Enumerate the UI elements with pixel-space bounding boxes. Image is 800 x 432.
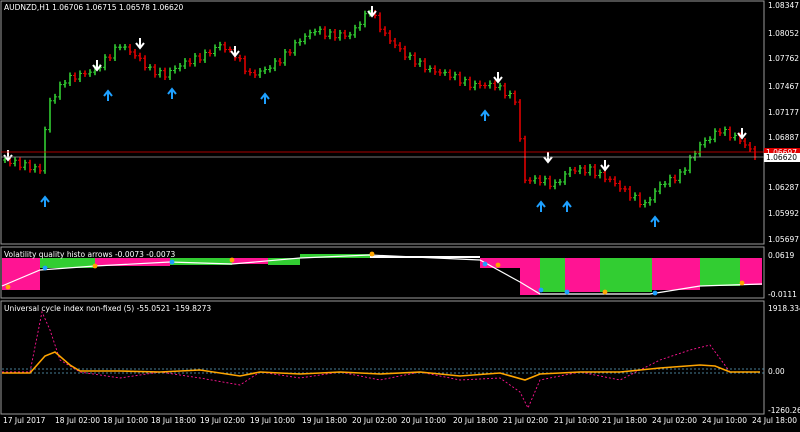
signal-dot [495,262,501,268]
price-tick: 1.08347 [768,1,800,10]
time-tick: 18 Jul 10:00 [103,416,148,425]
histogram-block [565,258,600,292]
main-panel-frame [0,0,765,245]
price-tick: 1.07762 [768,54,800,63]
signal-dot [229,257,235,263]
signal-dot [482,261,488,267]
time-tick: 21 Jul 10:00 [554,416,599,425]
signal-dot [169,259,175,265]
price-candles [3,9,757,208]
cycle-index-lines [2,310,764,410]
current-price-tag: 1.06620 [764,153,800,162]
indicator1-title: Volatility quality histo arrows -0.0073 … [4,250,176,259]
time-tick: 19 Jul 02:00 [200,416,245,425]
time-tick: 18 Jul 02:00 [55,416,100,425]
signal-dot [652,290,658,296]
ind2-axis-bottom: -1260.2686 [768,406,800,415]
time-tick: 19 Jul 18:00 [302,416,347,425]
time-tick: 24 Jul 18:00 [752,416,797,425]
cycle-signal-line [2,310,760,410]
ind1-axis-bottom: -0.0111 [768,290,797,299]
signal-dot [42,265,48,271]
signal-dot [564,289,570,295]
cycle-main-line [2,351,760,381]
histogram-block [740,258,762,285]
histogram-block [600,258,652,292]
price-tick: 1.08052 [768,29,800,38]
histogram-block [652,258,700,290]
histogram-block [700,258,740,286]
ind1-axis-top: 0.0619 [768,251,795,260]
price-tick: 1.05697 [768,235,800,244]
histogram-block [540,258,565,292]
time-tick: 21 Jul 18:00 [602,416,647,425]
chart-canvas[interactable] [0,0,800,432]
indicator2-panel-frame [0,300,765,415]
signal-dot [602,289,608,295]
time-tick: 24 Jul 10:00 [702,416,747,425]
signal-dot [739,280,745,286]
time-tick: 20 Jul 10:00 [401,416,446,425]
ind2-axis-mid: 0.00 [768,367,785,376]
time-tick: 24 Jul 02:00 [652,416,697,425]
price-tick: 1.06287 [768,183,800,192]
signal-dot [538,287,544,293]
price-tick: 1.07467 [768,82,800,91]
price-tick: 1.07177 [768,108,800,117]
time-tick: 20 Jul 18:00 [453,416,498,425]
signal-dot [92,263,98,269]
time-tick: 17 Jul 2017 [3,416,46,425]
price-tick: 1.05992 [768,209,800,218]
ind2-axis-top: 1918.3348 [768,304,800,313]
time-tick: 20 Jul 02:00 [352,416,397,425]
symbol-header: AUDNZD,H1 1.06706 1.06715 1.06578 1.0662… [4,3,184,12]
time-tick: 18 Jul 18:00 [151,416,196,425]
time-tick: 19 Jul 10:00 [250,416,295,425]
signal-dot [369,251,375,257]
time-tick: 21 Jul 02:00 [503,416,548,425]
price-tick: 1.06887 [768,133,800,142]
indicator2-title: Universal cycle index non-fixed (5) -55.… [4,304,212,313]
signal-dot [5,284,11,290]
histogram-block [520,258,540,295]
